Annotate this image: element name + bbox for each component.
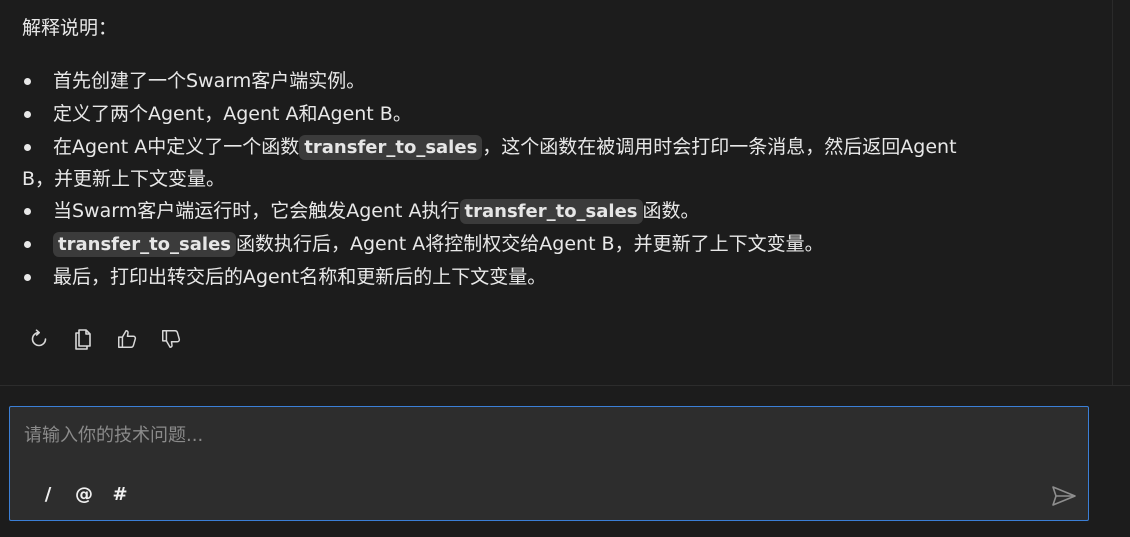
regenerate-button[interactable] — [28, 326, 50, 352]
bullet-dot — [24, 144, 31, 151]
message-actions — [28, 326, 182, 352]
send-icon — [1052, 486, 1076, 506]
refresh-icon — [31, 329, 47, 347]
scrollbar[interactable] — [1112, 0, 1130, 385]
list-item-text: 首先创建了一个Swarm客户端实例。 — [53, 70, 366, 92]
list-item-text: 函数。 — [642, 200, 700, 222]
bullet-dot — [24, 78, 31, 85]
list-item-text: 最后，打印出转交后的Agent名称和更新后的上下文变量。 — [53, 266, 547, 288]
list-item: 当Swarm客户端运行时，它会触发Agent A执行 transfer_to_sa… — [22, 195, 1070, 228]
list-item: 最后，打印出转交后的Agent名称和更新后的上下文变量。 — [22, 261, 1070, 294]
list-item-text: ，这个函数在被调用时会打印一条消息，然后返回Agent — [482, 136, 957, 158]
hash-reference-button[interactable]: # — [102, 484, 138, 505]
bullet-dot — [24, 208, 31, 215]
bullet-dot — [24, 241, 31, 248]
assistant-message: 解释说明： 首先创建了一个Swarm客户端实例。 定义了两个Agent，Agen… — [0, 0, 1112, 385]
thumbs-up-button[interactable] — [116, 326, 138, 352]
thumbs-down-icon — [162, 330, 181, 348]
send-button[interactable] — [1050, 482, 1078, 510]
divider — [0, 385, 1130, 386]
copy-button[interactable] — [72, 326, 94, 352]
list-item-text: 定义了两个Agent，Agent A和Agent B。 — [53, 103, 412, 125]
list-item-text: 在Agent A中定义了一个函数 — [53, 136, 300, 158]
list-item: 首先创建了一个Swarm客户端实例。 — [22, 65, 1070, 98]
chat-app: 解释说明： 首先创建了一个Swarm客户端实例。 定义了两个Agent，Agen… — [0, 0, 1130, 537]
chat-composer: / @ # — [9, 406, 1089, 521]
inline-code: transfer_to_sales — [53, 232, 236, 257]
bullet-dot — [24, 111, 31, 118]
list-item: 定义了两个Agent，Agent A和Agent B。 — [22, 98, 1070, 131]
copy-icon — [75, 329, 91, 350]
list-item: transfer_to_sales 函数执行后，Agent A将控制权交给Agen… — [22, 228, 1070, 261]
list-item-text-continued: B，并更新上下文变量。 — [22, 168, 226, 190]
question-input[interactable] — [24, 423, 1024, 453]
slash-command-button[interactable]: / — [30, 484, 66, 505]
thumbs-up-icon — [118, 330, 137, 348]
bullet-dot — [24, 274, 31, 281]
inline-code: transfer_to_sales — [299, 135, 483, 160]
list-item-text: 函数执行后，Agent A将控制权交给Agent B，并更新了上下文变量。 — [236, 233, 824, 255]
explanation-list: 首先创建了一个Swarm客户端实例。 定义了两个Agent，Agent A和Ag… — [22, 65, 1070, 294]
explanation-heading: 解释说明： — [22, 17, 118, 39]
mention-button[interactable]: @ — [66, 484, 102, 505]
list-item-text: 当Swarm客户端运行时，它会触发Agent A执行 — [53, 200, 460, 222]
list-item: 在Agent A中定义了一个函数 transfer_to_sales ，这个函数在被… — [22, 131, 1070, 195]
inline-code: transfer_to_sales — [459, 199, 643, 224]
thumbs-down-button[interactable] — [160, 326, 182, 352]
composer-tools: / @ # — [30, 484, 138, 505]
